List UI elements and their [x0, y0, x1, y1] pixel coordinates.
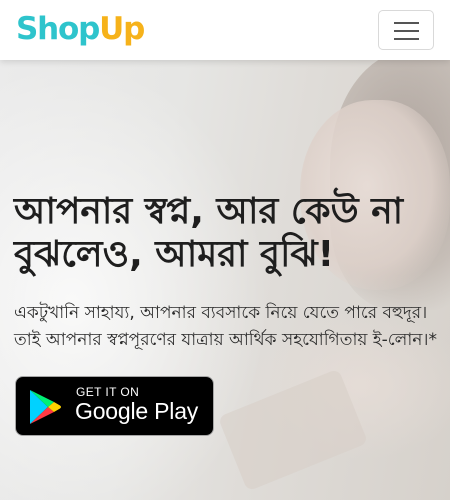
badge-large-text: Google Play: [75, 398, 199, 424]
google-play-icon: [30, 390, 61, 424]
logo-text-shop: Shop: [16, 11, 100, 47]
hero-headline: আপনার স্বপ্ন, আর কেউ না বুঝলেও, আমরা বুঝ…: [14, 191, 404, 275]
google-play-badge-button[interactable]: GET IT ON Google Play: [15, 376, 214, 436]
shopup-logo[interactable]: ShopUp: [16, 9, 145, 49]
menu-toggle-button[interactable]: [378, 10, 434, 50]
badge-small-text: GET IT ON: [76, 385, 140, 399]
logo-text-up: Up: [99, 11, 145, 47]
hero-subtext: একটুখানি সাহায্য, আপনার ব্যবসাকে নিয়ে য…: [14, 303, 438, 350]
top-navbar: ShopUp: [0, 0, 450, 60]
